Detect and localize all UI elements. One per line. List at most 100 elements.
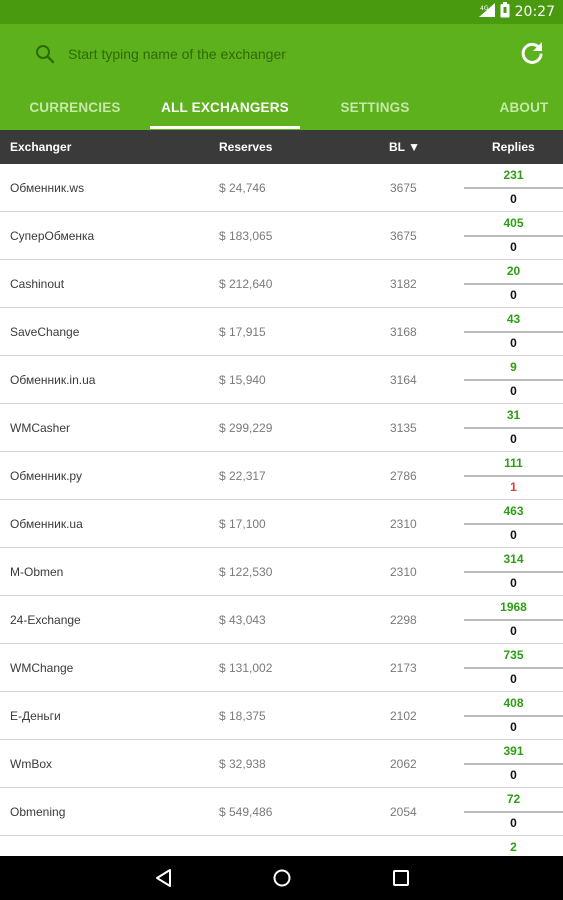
positive-replies: 111 [504, 456, 523, 470]
reserves-value: $ 15,940 [219, 372, 266, 387]
negative-replies: 0 [510, 240, 517, 254]
column-header-replies[interactable]: Replies [492, 130, 535, 164]
table-row[interactable]: Обменник.in.ua $ 15,940 3164 9 0 [0, 356, 563, 404]
negative-replies: 0 [510, 624, 517, 638]
table-row[interactable]: WMChange $ 131,002 2173 735 0 [0, 644, 563, 692]
replies-divider [464, 379, 563, 381]
reserves-value: $ 43,043 [219, 612, 266, 627]
reserves-value: $ 32,938 [219, 756, 266, 771]
reserves-value: $ 22,317 [219, 468, 266, 483]
exchanger-name: WmBox [10, 756, 52, 771]
back-icon[interactable] [152, 866, 176, 890]
bl-value: 2310 [390, 564, 417, 579]
table-row[interactable]: 2 [0, 836, 563, 856]
table-row[interactable]: Обменник.ua $ 17,100 2310 463 0 [0, 500, 563, 548]
navigation-bar [0, 856, 563, 900]
bl-value: 2786 [390, 468, 417, 483]
negative-replies: 0 [510, 720, 517, 734]
negative-replies: 0 [510, 384, 517, 398]
exchanger-name: SaveChange [10, 324, 80, 339]
column-header-reserves[interactable]: Reserves [219, 130, 272, 164]
exchanger-name: Обменник.ws [10, 180, 85, 195]
bl-value: 3135 [390, 420, 417, 435]
bl-value: 3675 [390, 180, 417, 195]
recents-icon[interactable] [389, 866, 413, 890]
tab-bar: CURRENCIES ALL EXCHANGERS SETTINGS ABOUT [0, 84, 563, 130]
replies-cell: 391 0 [464, 740, 563, 787]
negative-replies: 0 [510, 816, 517, 830]
bl-value: 3164 [390, 372, 417, 387]
bl-value: 2310 [390, 516, 417, 531]
table-row[interactable]: Обменник.ws $ 24,746 3675 231 0 [0, 164, 563, 212]
replies-cell: 20 0 [464, 260, 563, 307]
home-icon[interactable] [270, 866, 294, 890]
table-row[interactable]: WmBox $ 32,938 2062 391 0 [0, 740, 563, 788]
table-row[interactable]: M-Obmen $ 122,530 2310 314 0 [0, 548, 563, 596]
battery-icon [500, 1, 510, 23]
replies-divider [464, 187, 563, 189]
replies-cell: 72 0 [464, 788, 563, 835]
exchanger-name: M-Obmen [10, 564, 64, 579]
positive-replies: 463 [503, 504, 524, 518]
positive-replies: 20 [506, 264, 521, 278]
negative-replies: 0 [510, 336, 517, 350]
replies-cell: 463 0 [464, 500, 563, 547]
exchanger-name: Обменник.ua [10, 516, 83, 531]
reserves-value: $ 183,065 [219, 228, 273, 243]
positive-replies: 405 [503, 216, 524, 230]
search-icon[interactable] [34, 43, 56, 65]
replies-divider [464, 571, 563, 573]
table-row[interactable]: 24-Exchange $ 43,043 2298 1968 0 [0, 596, 563, 644]
replies-divider [464, 235, 563, 237]
column-header-exchanger[interactable]: Exchanger [10, 130, 71, 164]
tab-currencies[interactable]: CURRENCIES [0, 84, 150, 130]
replies-cell: 231 0 [464, 164, 563, 211]
status-bar: 4G 20:27 [0, 0, 563, 24]
search-input[interactable] [68, 42, 488, 66]
replies-cell: 408 0 [464, 692, 563, 739]
refresh-icon[interactable] [517, 38, 547, 68]
reserves-value: $ 24,746 [219, 180, 266, 195]
app-bar: CURRENCIES ALL EXCHANGERS SETTINGS ABOUT [0, 24, 563, 130]
column-header-bl[interactable]: BL ▼ [389, 130, 420, 164]
reserves-value: $ 131,002 [219, 660, 273, 675]
exchanger-name: СуперОбменка [10, 228, 95, 243]
positive-replies: 314 [503, 552, 524, 566]
bl-value: 2102 [390, 708, 417, 723]
exchanger-name: WMChange [10, 660, 74, 675]
signal-icon: 4G [478, 2, 495, 22]
table-header: Exchanger Reserves BL ▼ Replies [0, 130, 563, 164]
positive-replies: 43 [506, 312, 521, 326]
replies-cell: 31 0 [464, 404, 563, 451]
negative-replies: 0 [510, 672, 517, 686]
negative-replies: 1 [510, 480, 517, 494]
tab-all-exchangers[interactable]: ALL EXCHANGERS [150, 84, 300, 130]
replies-divider [464, 715, 563, 717]
table-row[interactable]: СуперОбменка $ 183,065 3675 405 0 [0, 212, 563, 260]
bl-value: 3168 [390, 324, 417, 339]
status-time: 20:27 [514, 4, 555, 20]
negative-replies: 0 [510, 528, 517, 542]
exchanger-name: Обменник.in.ua [10, 372, 96, 387]
negative-replies: 0 [510, 576, 517, 590]
positive-replies: 9 [510, 360, 517, 374]
tab-settings[interactable]: SETTINGS [300, 84, 450, 130]
reserves-value: $ 212,640 [219, 276, 273, 291]
positive-replies: 72 [506, 792, 521, 806]
replies-divider [464, 475, 563, 477]
table-row[interactable]: Cashinout $ 212,640 3182 20 0 [0, 260, 563, 308]
tab-about[interactable]: ABOUT [450, 84, 563, 130]
exchanger-name: WMCasher [10, 420, 71, 435]
replies-cell: 43 0 [464, 308, 563, 355]
replies-divider [464, 763, 563, 765]
table-row[interactable]: Obmening $ 549,486 2054 72 0 [0, 788, 563, 836]
table-row[interactable]: SaveChange $ 17,915 3168 43 0 [0, 308, 563, 356]
replies-cell: 2 [464, 836, 563, 856]
table-row[interactable]: E-Деньги $ 18,375 2102 408 0 [0, 692, 563, 740]
exchanger-name: Обменник.ру [10, 468, 82, 483]
replies-cell: 1968 0 [464, 596, 563, 643]
table-row[interactable]: Обменник.ру $ 22,317 2786 111 1 [0, 452, 563, 500]
positive-replies: 31 [506, 408, 521, 422]
table-row[interactable]: WMCasher $ 299,229 3135 31 0 [0, 404, 563, 452]
positive-replies: 735 [503, 648, 524, 662]
